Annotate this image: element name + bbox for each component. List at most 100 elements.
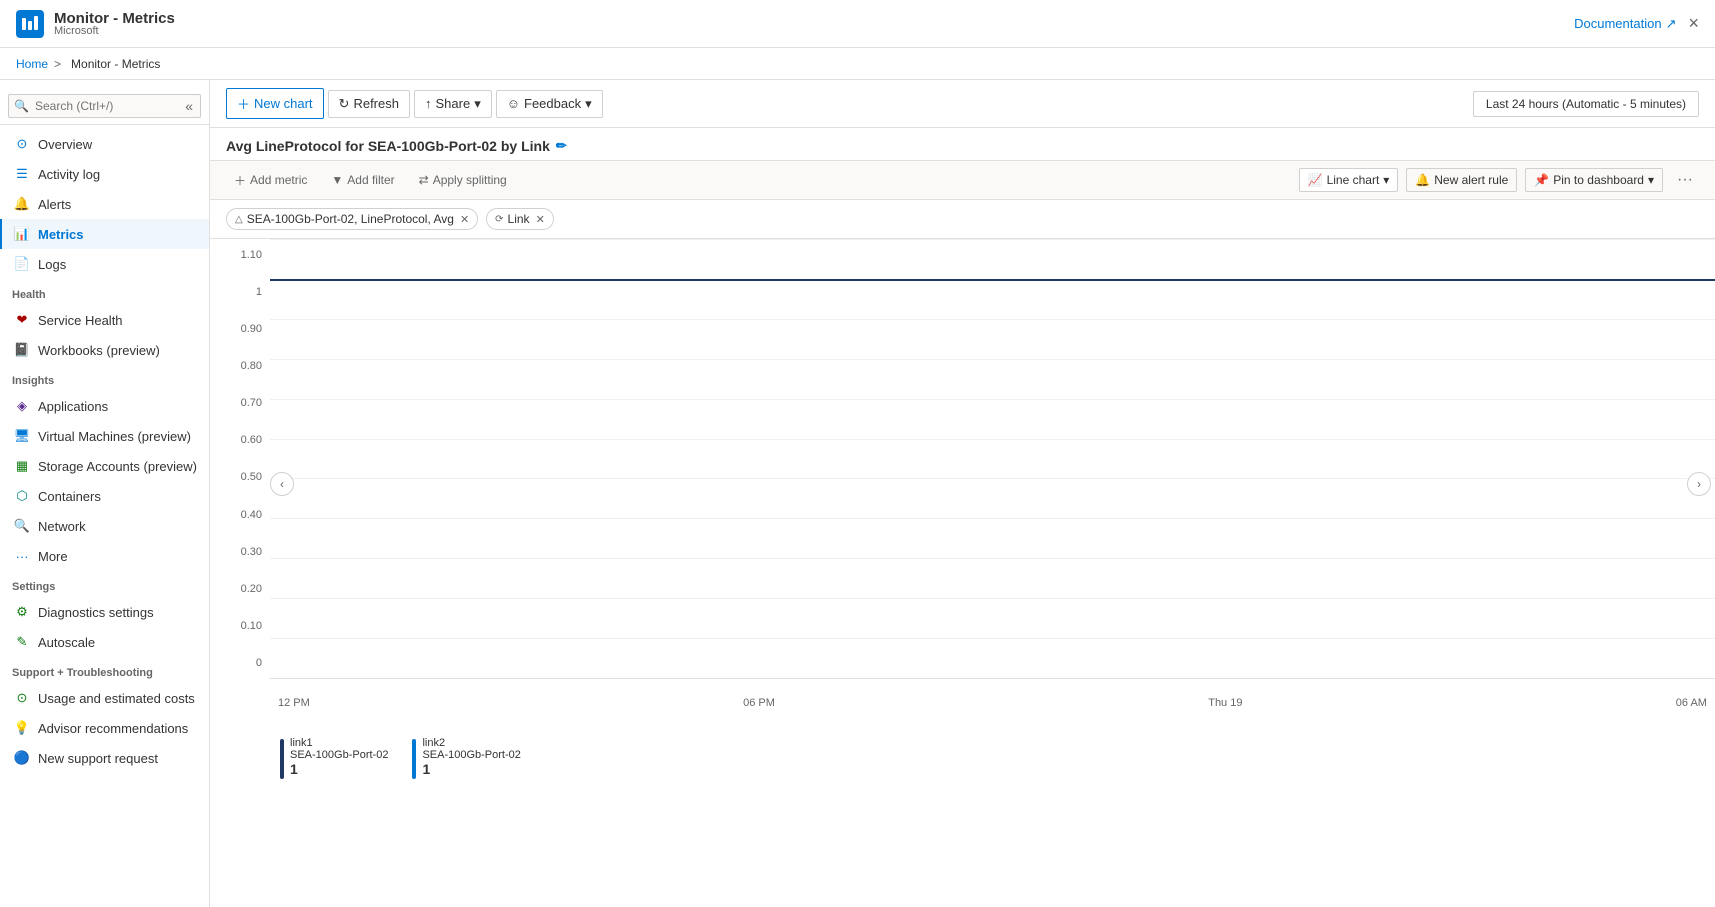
y-label-4: 0.80 xyxy=(210,360,270,372)
add-filter-button[interactable]: ▼ Add filter xyxy=(323,169,402,191)
chart-nav-left-button[interactable]: ‹ xyxy=(270,472,294,496)
grid-line xyxy=(270,319,1715,320)
alert-icon: 🔔 xyxy=(1415,173,1430,187)
sidebar-item-network[interactable]: 🔍 Network xyxy=(0,511,209,541)
legend-item-link1: link1 SEA-100Gb-Port-02 1 xyxy=(280,737,388,779)
add-filter-icon: ▼ xyxy=(331,173,343,187)
sidebar-item-activity-log[interactable]: ☰ Activity log xyxy=(0,159,209,189)
share-chevron-icon: ▾ xyxy=(474,96,481,112)
sidebar-item-more[interactable]: ··· More xyxy=(0,541,209,571)
sidebar-item-storage[interactable]: ▦ Storage Accounts (preview) xyxy=(0,451,209,481)
grid-line xyxy=(270,678,1715,679)
sidebar-item-workbooks[interactable]: 📓 Workbooks (preview) xyxy=(0,335,209,365)
sidebar-label-logs: Logs xyxy=(38,257,66,272)
autoscale-icon: ✎ xyxy=(14,634,30,650)
sidebar-label-activity-log: Activity log xyxy=(38,167,100,182)
sidebar-item-service-health[interactable]: ❤ Service Health xyxy=(0,305,209,335)
section-insights-label: Insights xyxy=(0,365,209,391)
x-label-3: Thu 19 xyxy=(1208,697,1242,709)
section-settings-label: Settings xyxy=(0,571,209,597)
sidebar-item-applications[interactable]: ◈ Applications xyxy=(0,391,209,421)
section-health-label: Health xyxy=(0,279,209,305)
sidebar-item-containers[interactable]: ⬡ Containers xyxy=(0,481,209,511)
metric-pill[interactable]: △ SEA-100Gb-Port-02, LineProtocol, Avg ✕ xyxy=(226,208,478,230)
top-bar-actions: Documentation ↗ × xyxy=(1574,13,1699,34)
legend-value-link1: 1 xyxy=(290,761,388,777)
chart-controls: ＋ Add metric ▼ Add filter ⇄ Apply splitt… xyxy=(210,160,1715,200)
splitting-icon: ⇄ xyxy=(419,173,429,187)
activity-log-icon: ☰ xyxy=(14,166,30,182)
chart-area: ‹ 1.10 1 0.90 0.80 0.70 0.60 0.50 0.40 0… xyxy=(210,239,1715,729)
sidebar-item-virtual-machines[interactable]: 🖥 Virtual Machines (preview) xyxy=(0,421,209,451)
chart-nav-right-button[interactable]: › xyxy=(1687,472,1711,496)
search-icon: 🔍 xyxy=(14,99,29,113)
network-icon: 🔍 xyxy=(14,518,30,534)
y-label-5: 0.70 xyxy=(210,397,270,409)
grid-line xyxy=(270,558,1715,559)
grid-line xyxy=(270,638,1715,639)
sidebar-item-new-support[interactable]: 🔵 New support request xyxy=(0,743,209,773)
sidebar-label-workbooks: Workbooks (preview) xyxy=(38,343,160,358)
sidebar-item-alerts[interactable]: 🔔 Alerts xyxy=(0,189,209,219)
legend-item-link2: link2 SEA-100Gb-Port-02 1 xyxy=(412,737,520,779)
add-metric-button[interactable]: ＋ Add metric xyxy=(226,168,315,193)
sidebar-item-advisor[interactable]: 💡 Advisor recommendations xyxy=(0,713,209,743)
time-range-button[interactable]: Last 24 hours (Automatic - 5 minutes) xyxy=(1473,91,1699,117)
breadcrumb-separator: > xyxy=(54,57,61,71)
grid-line xyxy=(270,518,1715,519)
sidebar-item-diagnostics[interactable]: ⚙ Diagnostics settings xyxy=(0,597,209,627)
metric-pill-close[interactable]: ✕ xyxy=(460,213,469,226)
sidebar-item-usage-costs[interactable]: ⊙ Usage and estimated costs xyxy=(0,683,209,713)
x-label-1: 12 PM xyxy=(278,697,310,709)
sidebar-item-overview[interactable]: ⊙ Overview xyxy=(0,129,209,159)
pin-chevron: ▾ xyxy=(1648,173,1654,187)
chart-type-chevron: ▾ xyxy=(1383,173,1389,187)
search-input[interactable] xyxy=(8,94,201,118)
chart-x-axis: 12 PM 06 PM Thu 19 06 AM xyxy=(270,693,1715,709)
edit-title-icon[interactable]: ✏ xyxy=(556,138,567,154)
sidebar-label-applications: Applications xyxy=(38,399,108,414)
legend-color-link2 xyxy=(412,739,416,779)
alerts-icon: 🔔 xyxy=(14,196,30,212)
breadcrumb-home[interactable]: Home xyxy=(16,57,48,71)
sidebar-label-autoscale: Autoscale xyxy=(38,635,95,650)
toolbar: ＋ New chart ↻ Refresh ↑ Share ▾ ☺ Feedba… xyxy=(210,80,1715,128)
y-label-1: 1.10 xyxy=(210,249,270,261)
vm-icon: 🖥 xyxy=(14,428,30,444)
sidebar-collapse-button[interactable]: « xyxy=(185,98,193,114)
documentation-link[interactable]: Documentation ↗ xyxy=(1574,16,1676,32)
support-icon: 🔵 xyxy=(14,750,30,766)
sidebar-label-vm: Virtual Machines (preview) xyxy=(38,429,191,444)
chart-type-button[interactable]: 📈 Line chart ▾ xyxy=(1299,168,1399,192)
chart-y-axis: 1.10 1 0.90 0.80 0.70 0.60 0.50 0.40 0.3… xyxy=(210,239,270,679)
link-pill-close[interactable]: ✕ xyxy=(536,213,545,226)
more-options-button[interactable]: ··· xyxy=(1671,167,1699,193)
grid-line xyxy=(270,399,1715,400)
app-logo xyxy=(16,10,44,38)
share-icon: ↑ xyxy=(425,96,432,111)
sidebar-item-autoscale[interactable]: ✎ Autoscale xyxy=(0,627,209,657)
share-button[interactable]: ↑ Share ▾ xyxy=(414,90,492,118)
storage-icon: ▦ xyxy=(14,458,30,474)
breadcrumb: Home > Monitor - Metrics xyxy=(0,48,1715,80)
content-area: ＋ New chart ↻ Refresh ↑ Share ▾ ☺ Feedba… xyxy=(210,80,1715,907)
chart-data-line xyxy=(270,279,1715,281)
plus-icon: ＋ xyxy=(237,94,250,113)
refresh-button[interactable]: ↻ Refresh xyxy=(328,90,410,118)
sidebar-item-metrics[interactable]: 📊 Metrics xyxy=(0,219,209,249)
x-label-2: 06 PM xyxy=(743,697,775,709)
grid-line xyxy=(270,598,1715,599)
close-button[interactable]: × xyxy=(1688,13,1699,34)
y-label-7: 0.50 xyxy=(210,471,270,483)
logs-icon: 📄 xyxy=(14,256,30,272)
pin-to-dashboard-button[interactable]: 📌 Pin to dashboard ▾ xyxy=(1525,168,1663,192)
sidebar-item-logs[interactable]: 📄 Logs xyxy=(0,249,209,279)
link-pill[interactable]: ⟳ Link ✕ xyxy=(486,208,554,230)
feedback-button[interactable]: ☺ Feedback ▾ xyxy=(496,90,603,118)
breadcrumb-current: Monitor - Metrics xyxy=(71,57,160,71)
apply-splitting-button[interactable]: ⇄ Apply splitting xyxy=(411,169,515,191)
sidebar-label-service-health: Service Health xyxy=(38,313,123,328)
new-alert-rule-button[interactable]: 🔔 New alert rule xyxy=(1406,168,1517,192)
new-chart-button[interactable]: ＋ New chart xyxy=(226,88,324,119)
sidebar-label-usage-costs: Usage and estimated costs xyxy=(38,691,195,706)
